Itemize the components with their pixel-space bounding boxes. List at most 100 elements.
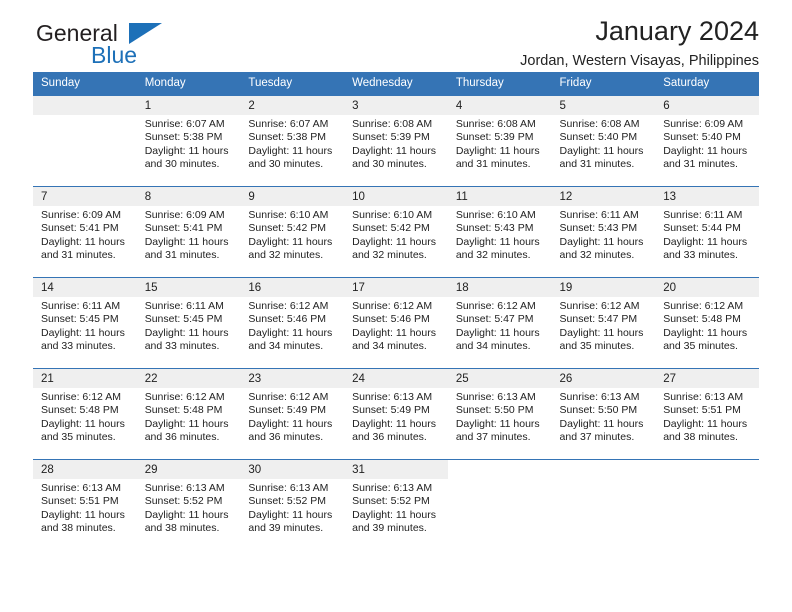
day-number: 16	[240, 278, 345, 297]
daylight-duration-line1: Daylight: 11 hours	[455, 417, 540, 430]
calendar-day-cell[interactable]: 2 Sunrise: 6:07 AM Sunset: 5:38 PM Daylight…	[240, 95, 345, 187]
calendar-day-cell[interactable]: 10 Sunrise: 6:10 AM Sunset: 5:42 PM Dayligh…	[344, 186, 448, 278]
calendar-day-cell[interactable]: 31 Sunrise: 6:13 AM Sunset: 5:52 PM Dayligh…	[344, 459, 448, 550]
sunset-time: Sunset: 5:40 PM	[663, 131, 741, 144]
daylight-duration-line2: and 31 minutes.	[559, 158, 635, 171]
day-sun-info	[552, 479, 656, 482]
day-cell-inner	[447, 460, 552, 550]
daylight-duration-line1: Daylight: 11 hours	[144, 508, 229, 521]
day-sun-info: Sunrise: 6:13 AM Sunset: 5:51 PM Daylight:…	[655, 388, 759, 445]
day-sun-info: Sunrise: 6:12 AM Sunset: 5:47 PM Daylight:…	[552, 297, 656, 354]
day-sun-info: Sunrise: 6:11 AM Sunset: 5:45 PM Daylight:…	[33, 297, 137, 354]
day-cell-inner: 22 Sunrise: 6:12 AM Sunset: 5:48 PM Dayligh…	[136, 369, 241, 459]
calendar-day-cell[interactable]: 15 Sunrise: 6:11 AM Sunset: 5:45 PM Dayligh…	[136, 277, 241, 369]
calendar-day-cell[interactable]: 18 Sunrise: 6:12 AM Sunset: 5:47 PM Dayligh…	[447, 277, 552, 369]
day-cell-inner: 20 Sunrise: 6:12 AM Sunset: 5:48 PM Dayligh…	[655, 278, 759, 368]
day-sun-info: Sunrise: 6:11 AM Sunset: 5:43 PM Daylight:…	[552, 206, 656, 263]
day-number: 15	[136, 278, 241, 297]
calendar-day-cell[interactable]: 20 Sunrise: 6:12 AM Sunset: 5:48 PM Dayligh…	[655, 277, 759, 369]
sunset-time: Sunset: 5:51 PM	[41, 495, 119, 508]
daylight-duration-line2: and 32 minutes.	[455, 249, 531, 262]
calendar-day-cell[interactable]: 27 Sunrise: 6:13 AM Sunset: 5:51 PM Dayligh…	[655, 368, 759, 460]
page-masthead: General Blue January 2024 Jordan, Wester…	[33, 0, 759, 72]
sunset-time: Sunset: 5:48 PM	[41, 404, 119, 417]
day-number: 31	[344, 460, 448, 479]
day-sun-info: Sunrise: 6:09 AM Sunset: 5:41 PM Daylight:…	[137, 206, 241, 263]
daylight-duration-line1: Daylight: 11 hours	[144, 326, 229, 339]
day-sun-info: Sunrise: 6:12 AM Sunset: 5:48 PM Daylight:…	[655, 297, 759, 354]
daylight-duration-line2: and 31 minutes.	[455, 158, 531, 171]
calendar-day-cell[interactable]: 24 Sunrise: 6:13 AM Sunset: 5:49 PM Dayligh…	[344, 368, 448, 460]
day-sun-info: Sunrise: 6:12 AM Sunset: 5:48 PM Daylight:…	[137, 388, 241, 445]
weekday-header-tuesday: Tuesday	[240, 72, 345, 96]
calendar-day-cell[interactable]: 3 Sunrise: 6:08 AM Sunset: 5:39 PM Daylight…	[344, 95, 448, 187]
daylight-duration-line1: Daylight: 11 hours	[41, 326, 125, 339]
day-number: 2	[240, 96, 345, 115]
day-number: 23	[240, 369, 345, 388]
sunset-time: Sunset: 5:38 PM	[144, 131, 223, 144]
sunrise-time: Sunrise: 6:11 AM	[559, 209, 639, 221]
calendar-day-cell[interactable]: 28 Sunrise: 6:13 AM Sunset: 5:51 PM Dayligh…	[33, 459, 137, 550]
day-sun-info: Sunrise: 6:08 AM Sunset: 5:39 PM Daylight:…	[448, 115, 552, 172]
sunset-time: Sunset: 5:38 PM	[248, 131, 327, 144]
daylight-duration-line1: Daylight: 11 hours	[144, 417, 229, 430]
daylight-duration-line2: and 36 minutes.	[144, 431, 220, 444]
calendar-week-row: 14 Sunrise: 6:11 AM Sunset: 5:45 PM Dayligh…	[33, 277, 759, 369]
daylight-duration-line2: and 37 minutes.	[455, 431, 531, 444]
day-sun-info: Sunrise: 6:11 AM Sunset: 5:45 PM Daylight:…	[137, 297, 241, 354]
daylight-duration-line1: Daylight: 11 hours	[455, 326, 540, 339]
calendar-day-cell[interactable]: 25 Sunrise: 6:13 AM Sunset: 5:50 PM Dayligh…	[447, 368, 552, 460]
day-number: 14	[33, 278, 137, 297]
sunrise-time: Sunrise: 6:12 AM	[455, 300, 536, 312]
calendar-day-cell[interactable]: 7 Sunrise: 6:09 AM Sunset: 5:41 PM Daylight…	[33, 186, 137, 278]
calendar-day-cell	[447, 459, 552, 550]
calendar-day-cell[interactable]: 11 Sunrise: 6:10 AM Sunset: 5:43 PM Dayligh…	[447, 186, 552, 278]
sunset-time: Sunset: 5:42 PM	[248, 222, 327, 235]
calendar-day-cell[interactable]: 22 Sunrise: 6:12 AM Sunset: 5:48 PM Dayligh…	[136, 368, 241, 460]
day-cell-inner: 2 Sunrise: 6:07 AM Sunset: 5:38 PM Daylight…	[240, 96, 345, 186]
calendar-day-cell[interactable]: 21 Sunrise: 6:12 AM Sunset: 5:48 PM Dayligh…	[33, 368, 137, 460]
daylight-duration-line1: Daylight: 11 hours	[663, 144, 748, 157]
daylight-duration-line2: and 33 minutes.	[663, 249, 738, 262]
sunset-time: Sunset: 5:42 PM	[352, 222, 430, 235]
calendar-day-cell[interactable]: 14 Sunrise: 6:11 AM Sunset: 5:45 PM Dayligh…	[33, 277, 137, 369]
daylight-duration-line2: and 33 minutes.	[41, 340, 116, 353]
calendar-day-cell[interactable]: 9 Sunrise: 6:10 AM Sunset: 5:42 PM Daylight…	[240, 186, 345, 278]
daylight-duration-line1: Daylight: 11 hours	[248, 417, 333, 430]
calendar-day-cell[interactable]: 12 Sunrise: 6:11 AM Sunset: 5:43 PM Dayligh…	[551, 186, 656, 278]
calendar-week-row: 7 Sunrise: 6:09 AM Sunset: 5:41 PM Daylight…	[33, 186, 759, 278]
calendar-day-cell[interactable]: 23 Sunrise: 6:12 AM Sunset: 5:49 PM Dayligh…	[240, 368, 345, 460]
logo-general-blue[interactable]: General Blue	[33, 22, 243, 70]
sunrise-time: Sunrise: 6:10 AM	[455, 209, 536, 221]
daylight-duration-line1: Daylight: 11 hours	[352, 417, 436, 430]
sunrise-time: Sunrise: 6:10 AM	[248, 209, 329, 221]
sunrise-time: Sunrise: 6:12 AM	[663, 300, 744, 312]
sunrise-time: Sunrise: 6:13 AM	[352, 391, 433, 403]
day-cell-inner: 3 Sunrise: 6:08 AM Sunset: 5:39 PM Daylight…	[344, 96, 448, 186]
day-number: 12	[551, 187, 656, 206]
weekday-header-monday: Monday	[136, 72, 241, 96]
day-cell-inner: 28 Sunrise: 6:13 AM Sunset: 5:51 PM Dayligh…	[33, 460, 137, 550]
daylight-duration-line2: and 30 minutes.	[248, 158, 324, 171]
calendar-day-cell[interactable]: 4 Sunrise: 6:08 AM Sunset: 5:39 PM Daylight…	[447, 95, 552, 187]
calendar-day-cell[interactable]: 16 Sunrise: 6:12 AM Sunset: 5:46 PM Dayligh…	[240, 277, 345, 369]
calendar-day-cell[interactable]: 29 Sunrise: 6:13 AM Sunset: 5:52 PM Dayligh…	[136, 459, 241, 550]
calendar-day-cell[interactable]: 19 Sunrise: 6:12 AM Sunset: 5:47 PM Dayligh…	[551, 277, 656, 369]
calendar-day-cell[interactable]: 13 Sunrise: 6:11 AM Sunset: 5:44 PM Dayligh…	[655, 186, 759, 278]
sunset-time: Sunset: 5:47 PM	[455, 313, 534, 326]
sunset-time: Sunset: 5:41 PM	[144, 222, 223, 235]
calendar-day-cell[interactable]: 17 Sunrise: 6:12 AM Sunset: 5:46 PM Dayligh…	[344, 277, 448, 369]
day-number: 5	[551, 96, 656, 115]
day-number: 6	[655, 96, 759, 115]
sunrise-time: Sunrise: 6:13 AM	[41, 482, 121, 494]
calendar-day-cell[interactable]: 8 Sunrise: 6:09 AM Sunset: 5:41 PM Daylight…	[136, 186, 241, 278]
calendar-day-cell[interactable]: 5 Sunrise: 6:08 AM Sunset: 5:40 PM Daylight…	[551, 95, 656, 187]
calendar-day-cell[interactable]: 1 Sunrise: 6:07 AM Sunset: 5:38 PM Daylight…	[136, 95, 241, 187]
calendar-day-cell[interactable]: 6 Sunrise: 6:09 AM Sunset: 5:40 PM Daylight…	[655, 95, 759, 187]
calendar-day-cell[interactable]: 30 Sunrise: 6:13 AM Sunset: 5:52 PM Dayligh…	[240, 459, 345, 550]
calendar-body: 1 Sunrise: 6:07 AM Sunset: 5:38 PM Daylight…	[33, 95, 759, 550]
sunrise-time: Sunrise: 6:13 AM	[248, 482, 329, 494]
day-cell-inner: 8 Sunrise: 6:09 AM Sunset: 5:41 PM Daylight…	[136, 187, 241, 277]
sunset-time: Sunset: 5:46 PM	[248, 313, 327, 326]
calendar-day-cell[interactable]: 26 Sunrise: 6:13 AM Sunset: 5:50 PM Dayligh…	[551, 368, 656, 460]
